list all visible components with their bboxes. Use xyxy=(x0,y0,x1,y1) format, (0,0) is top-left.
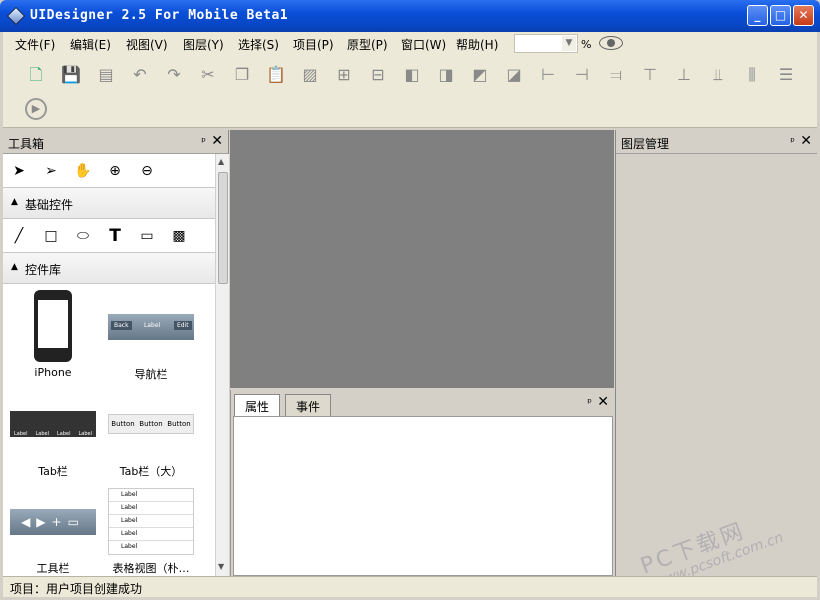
rectangle-icon[interactable]: □ xyxy=(41,226,61,246)
ungroup-icon[interactable]: ⊟ xyxy=(367,64,389,86)
preview-play-icon[interactable]: ▶ xyxy=(25,98,47,120)
menu-prototype[interactable]: 原型(P) xyxy=(347,36,388,53)
section-label: 基础控件 xyxy=(25,198,74,212)
eye-icon[interactable] xyxy=(599,36,623,50)
toolbar: 🗋 💾 ▤ ↶ ↷ ✂ ❐ 📋 ▨ ⊞ ⊟ ◧ ◨ ◩ ◪ ⊢ ⊣ ⫤ ⊤ ⊥ … xyxy=(3,56,817,128)
menu-select[interactable]: 选择(S) xyxy=(238,36,279,53)
pin-icon[interactable]: ᵖ xyxy=(790,135,795,148)
title-bar: UIDesigner 2.5 For Mobile Beta1 _ □ ✕ xyxy=(0,0,820,32)
distribute-v-icon[interactable]: ☰ xyxy=(775,64,797,86)
close-button[interactable]: ✕ xyxy=(793,5,814,26)
pin-icon[interactable]: ᵖ xyxy=(201,135,206,148)
properties-panel: 属性 事件 ᵖ ✕ xyxy=(230,390,614,576)
ellipse-icon[interactable]: ⬭ xyxy=(73,226,93,246)
minimize-button[interactable]: _ xyxy=(747,5,768,26)
layers-header: 图层管理 ᵖ ✕ xyxy=(616,130,817,154)
section-label: 控件库 xyxy=(25,263,62,277)
align-bottom-icon[interactable]: ⫫ xyxy=(707,64,729,86)
shapes-row: ╱ □ ⬭ T ▭ ▩ xyxy=(3,219,228,252)
tabbar-large-thumb[interactable]: Button Button Button xyxy=(108,414,194,434)
library-item-label: Tab栏（大） xyxy=(119,465,183,478)
toolbox-title: 工具箱 xyxy=(8,137,45,151)
group-icon[interactable]: ⊞ xyxy=(333,64,355,86)
direct-select-icon[interactable]: ➢ xyxy=(41,161,61,181)
zoom-unit: % xyxy=(581,38,592,51)
properties-body xyxy=(233,416,613,576)
bring-front-icon[interactable]: ◩ xyxy=(469,64,491,86)
tab-events[interactable]: 事件 xyxy=(285,394,332,416)
close-icon[interactable]: ✕ xyxy=(800,133,812,149)
scroll-down-icon[interactable]: ▼ xyxy=(218,562,224,571)
line-icon[interactable]: ╱ xyxy=(9,226,29,246)
library-item-label: 导航栏 xyxy=(134,368,168,381)
status-bar: 项目：用户项目创建成功 xyxy=(3,576,817,597)
library-item-label: iPhone xyxy=(34,366,72,379)
toolbar-thumb[interactable]: ◀▶+▭ xyxy=(10,509,96,535)
arrow-select-icon[interactable]: ➤ xyxy=(9,161,29,181)
menu-layer[interactable]: 图层(Y) xyxy=(183,36,224,53)
align-center-h-icon[interactable]: ⊣ xyxy=(571,64,593,86)
menu-view[interactable]: 视图(V) xyxy=(126,36,168,53)
align-right-icon[interactable]: ⫤ xyxy=(605,64,627,86)
send-backward-icon[interactable]: ◨ xyxy=(435,64,457,86)
toolbox-scrollbar[interactable]: ▲ ▼ xyxy=(215,154,229,576)
bring-forward-icon[interactable]: ◧ xyxy=(401,64,423,86)
paste-icon[interactable]: 📋 xyxy=(265,64,287,86)
tools-row: ➤ ➢ ✋ ⊕ ⊖ xyxy=(3,154,228,187)
menu-file[interactable]: 文件(F) xyxy=(15,36,55,53)
menu-bar: 文件(F) 编辑(E) 视图(V) 图层(Y) 选择(S) 项目(P) 原型(P… xyxy=(3,32,817,56)
window-title: UIDesigner 2.5 For Mobile Beta1 xyxy=(30,8,289,23)
align-middle-icon[interactable]: ⊥ xyxy=(673,64,695,86)
tabbar-thumb[interactable]: Label Label Label Label xyxy=(10,411,96,437)
close-icon[interactable]: ✕ xyxy=(597,394,609,410)
send-back-icon[interactable]: ◪ xyxy=(503,64,525,86)
redo-icon[interactable]: ↷ xyxy=(163,64,185,86)
basic-controls-section[interactable]: ▲ 基础控件 xyxy=(3,187,228,219)
iphone-thumb[interactable] xyxy=(34,290,72,362)
zoom-in-icon[interactable]: ⊕ xyxy=(105,161,125,181)
menu-project[interactable]: 项目(P) xyxy=(293,36,334,53)
navbar-thumb[interactable]: Back Label Edit xyxy=(108,314,194,340)
button-shape-icon[interactable]: ▭ xyxy=(137,226,157,246)
pin-icon[interactable]: ᵖ xyxy=(587,396,592,409)
text-icon[interactable]: T xyxy=(105,226,125,246)
layers-title: 图层管理 xyxy=(621,137,670,151)
cut-icon[interactable]: ✂ xyxy=(197,64,219,86)
library-section[interactable]: ▲ 控件库 xyxy=(3,252,228,284)
undo-icon[interactable]: ↶ xyxy=(129,64,151,86)
image-icon[interactable]: ▨ xyxy=(299,64,321,86)
distribute-h-icon[interactable]: ⫼ xyxy=(741,64,763,86)
menu-window[interactable]: 窗口(W) xyxy=(401,36,446,53)
zoom-select[interactable]: ▼ xyxy=(514,34,578,53)
align-top-icon[interactable]: ⊤ xyxy=(639,64,661,86)
menu-help[interactable]: 帮助(H) xyxy=(456,36,498,53)
zoom-out-icon[interactable]: ⊖ xyxy=(137,161,157,181)
toolbox-panel: 工具箱 ᵖ ✕ ➤ ➢ ✋ ⊕ ⊖ ▲ 基础控件 ╱ □ ⬭ T ▭ ▩ ▲ 控… xyxy=(3,130,229,576)
library-item-label: 工具栏 xyxy=(36,562,70,575)
scroll-up-icon[interactable]: ▲ xyxy=(218,157,224,166)
library-item-label: Tab栏 xyxy=(38,465,68,478)
save-icon[interactable]: 💾 xyxy=(60,64,82,86)
new-file-icon[interactable]: 🗋 xyxy=(25,64,47,86)
scroll-thumb[interactable] xyxy=(218,172,228,284)
chevron-up-icon: ▲ xyxy=(11,262,18,272)
design-canvas[interactable] xyxy=(230,130,614,388)
image-shape-icon[interactable]: ▩ xyxy=(169,226,189,246)
chevron-down-icon[interactable]: ▼ xyxy=(562,36,576,51)
library-item-label: 表格视图（朴… xyxy=(112,562,190,575)
toolbox-header: 工具箱 ᵖ ✕ xyxy=(3,130,228,154)
close-icon[interactable]: ✕ xyxy=(211,133,223,149)
open-icon[interactable]: ▤ xyxy=(95,64,117,86)
align-left-icon[interactable]: ⊢ xyxy=(537,64,559,86)
chevron-up-icon: ▲ xyxy=(11,197,18,207)
app-icon xyxy=(6,6,26,26)
copy-icon[interactable]: ❐ xyxy=(231,64,253,86)
tableview-thumb[interactable]: Label Label Label Label Label xyxy=(108,488,194,555)
menu-edit[interactable]: 编辑(E) xyxy=(70,36,111,53)
tab-properties[interactable]: 属性 xyxy=(234,394,281,416)
hand-icon[interactable]: ✋ xyxy=(73,161,93,181)
maximize-button[interactable]: □ xyxy=(770,5,791,26)
status-text: 项目：用户项目创建成功 xyxy=(10,582,143,596)
